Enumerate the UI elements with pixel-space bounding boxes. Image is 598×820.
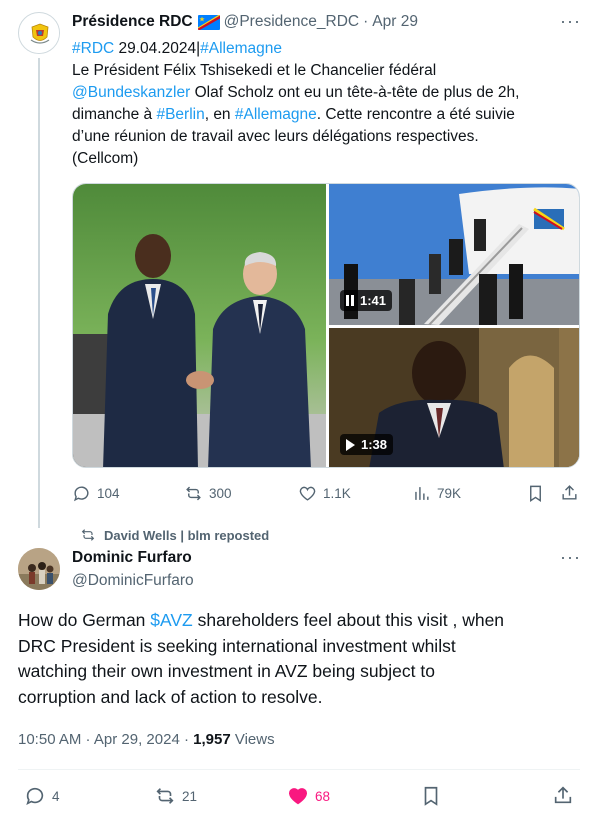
- reply-icon: [26, 787, 44, 805]
- hashtag-allemagne[interactable]: #Allemagne: [200, 40, 282, 57]
- bookmark-button[interactable]: [526, 484, 545, 503]
- views-count-2: 1,957: [193, 731, 231, 748]
- repost-icon: [156, 788, 174, 804]
- heart-icon: [299, 486, 316, 501]
- thread-line: [38, 58, 40, 528]
- repost-button-2[interactable]: 21: [154, 785, 197, 807]
- heart-filled-icon: [288, 788, 308, 805]
- video-interview[interactable]: 1:38: [329, 328, 579, 467]
- tweet1-text: #RDC 29.04.2024|#Allemagne Le Président …: [72, 38, 582, 170]
- video-duration-1: 1:41: [360, 293, 387, 308]
- text-line: Le Président Félix Tshisekedi et le Chan…: [72, 62, 437, 79]
- pause-icon[interactable]: [346, 295, 354, 306]
- more-options-icon[interactable]: ···: [560, 12, 581, 30]
- text-span: dimanche à: [72, 106, 157, 123]
- reply-count-2: 4: [52, 788, 60, 804]
- text-span: Olaf Scholz ont eu un tête-à-tête de plu…: [190, 84, 520, 101]
- tweet2-text: How do German $AVZ shareholders feel abo…: [18, 608, 583, 710]
- text-span: shareholders feel about this visit , whe…: [192, 610, 505, 630]
- like-button-2[interactable]: 68: [287, 785, 330, 807]
- repost-note: David Wells | blm reposted: [80, 527, 269, 543]
- like-count: 1.1K: [323, 486, 351, 501]
- bookmark-icon: [424, 786, 438, 806]
- media-grid: 1:41 1:38: [72, 183, 580, 468]
- reply-icon: [73, 486, 89, 502]
- share-button[interactable]: [560, 483, 579, 502]
- hashtag-berlin[interactable]: #Berlin: [156, 106, 204, 123]
- hashtag-allemagne-2[interactable]: #Allemagne: [235, 106, 317, 123]
- author-name-2[interactable]: Dominic Furfaro: [72, 549, 192, 567]
- repost-button[interactable]: 300: [184, 484, 232, 503]
- reply-button[interactable]: 104: [72, 484, 120, 503]
- video-airplane[interactable]: 1:41: [329, 184, 579, 325]
- text-line: watching their own investment in AVZ bei…: [18, 661, 435, 681]
- text-line: d’une réunion de travail avec leurs délé…: [72, 128, 479, 145]
- separator-dot: ·: [179, 731, 194, 748]
- coat-of-arms-icon: [20, 14, 59, 53]
- reply-button-2[interactable]: 4: [24, 785, 60, 807]
- tweet2-meta: 10:50 AM · Apr 29, 2024 · 1,957 Views: [18, 731, 275, 748]
- play-icon[interactable]: [346, 438, 355, 451]
- views-button[interactable]: 79K: [412, 484, 461, 503]
- text-span: How do German: [18, 610, 151, 630]
- cashtag-avz[interactable]: $AVZ: [150, 610, 192, 630]
- mention-bundeskanzler[interactable]: @Bundeskanzler: [72, 84, 190, 101]
- text-span: . Cette rencontre a été suivie: [316, 106, 515, 123]
- text-span: , en: [204, 106, 235, 123]
- reply-count: 104: [97, 486, 120, 501]
- divider: [18, 769, 580, 770]
- views-count: 79K: [437, 486, 462, 501]
- author-handle-2[interactable]: @DominicFurfaro: [72, 572, 194, 590]
- share-button-2[interactable]: [552, 784, 574, 806]
- repost-count: 300: [209, 486, 232, 501]
- hashtag-rdc[interactable]: #RDC: [72, 40, 114, 57]
- author-handle[interactable]: @Presidence_RDC: [224, 13, 359, 31]
- photo-handshake[interactable]: [73, 184, 326, 467]
- author-name[interactable]: Présidence RDC: [72, 13, 193, 31]
- separator-dot: ·: [81, 731, 94, 748]
- video-duration-badge-1: 1:41: [340, 290, 393, 311]
- separator-dot: ·: [363, 13, 369, 30]
- drc-flag-icon: [197, 14, 220, 30]
- tweet1-header: Présidence RDC @Presidence_RDC · Apr 29: [72, 13, 418, 31]
- repost-note-text[interactable]: David Wells | blm reposted: [104, 528, 269, 543]
- views-chart-icon: [415, 487, 429, 500]
- repost-count-2: 21: [182, 788, 198, 804]
- text-line: DRC President is seeking international i…: [18, 635, 456, 656]
- video-duration-2: 1:38: [361, 437, 388, 452]
- text-line: corruption and lack of action to resolve…: [18, 686, 323, 707]
- video-duration-badge-2: 1:38: [340, 434, 394, 455]
- like-button[interactable]: 1.1K: [298, 484, 351, 503]
- share-icon: [554, 786, 572, 804]
- bookmark-icon: [530, 485, 541, 502]
- text-line: (Cellcom): [72, 150, 139, 167]
- text-span: 29.04.2024|: [114, 40, 201, 57]
- views-label: Views: [230, 731, 275, 748]
- tweet-date-2[interactable]: Apr 29, 2024: [94, 731, 180, 748]
- more-options-icon-2[interactable]: ···: [560, 548, 581, 566]
- like-count-2: 68: [315, 788, 331, 804]
- tweet-date[interactable]: Apr 29: [372, 13, 418, 31]
- bookmark-button-2[interactable]: [420, 785, 442, 807]
- repost-icon: [186, 486, 201, 501]
- presidence-avatar[interactable]: [18, 12, 60, 54]
- share-icon: [562, 485, 577, 500]
- tweet-time[interactable]: 10:50 AM: [18, 731, 81, 748]
- dominic-avatar[interactable]: [18, 548, 60, 590]
- repost-small-icon: [81, 529, 95, 541]
